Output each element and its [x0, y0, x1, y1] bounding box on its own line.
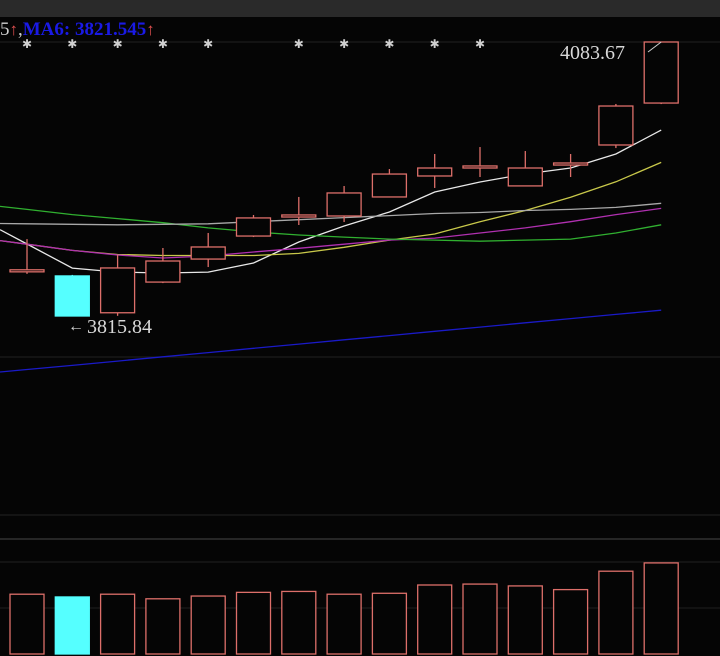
event-markers: ✱ ✱ ✱ ✱ ✱ ✱ ✱ ✱ ✱ ✱: [22, 37, 485, 51]
candle: [598, 103, 634, 149]
candle-body: [326, 192, 362, 217]
candle: [145, 248, 181, 284]
candle: [552, 153, 589, 178]
volume-bar: [281, 590, 317, 655]
volume-bar: [326, 593, 362, 655]
volume-bar: [598, 570, 634, 655]
low-arrow-icon: ←: [68, 318, 84, 335]
price-volume-chart[interactable]: ✱ ✱ ✱ ✱ ✱ ✱ ✱ ✱ ✱ ✱ 4083.67 ← 3815.84: [0, 0, 720, 656]
volume-bar: [552, 588, 589, 655]
volume-bar: [9, 593, 45, 655]
candle: [190, 232, 226, 268]
volume-bar: [462, 583, 498, 655]
candlesticks: [9, 41, 679, 317]
volume-bar: [190, 595, 226, 655]
volume-bars: [9, 562, 679, 655]
event-marker-icon: ✱: [67, 37, 77, 51]
candle: [99, 254, 136, 316]
low-price-label: 3815.84: [87, 316, 152, 338]
volume-bar: [235, 591, 272, 655]
candle-body: [54, 275, 90, 317]
candle: [9, 239, 45, 274]
volume-bar: [371, 592, 408, 655]
candle: [54, 274, 90, 317]
candle-body: [190, 246, 226, 260]
volume-bar: [507, 585, 543, 655]
candle-body: [281, 214, 317, 218]
candle-body: [552, 162, 589, 166]
candle-body: [462, 165, 498, 169]
candle: [235, 214, 272, 238]
event-marker-icon: ✱: [294, 37, 304, 51]
volume-bar: [54, 596, 90, 655]
event-marker-icon: ✱: [475, 37, 485, 51]
volume-bar: [643, 562, 679, 655]
candle-body: [417, 167, 453, 177]
candle: [462, 147, 498, 178]
event-marker-icon: ✱: [339, 37, 349, 51]
candle-body: [99, 267, 136, 314]
event-marker-icon: ✱: [430, 37, 440, 51]
candle: [507, 151, 543, 187]
kline-chart-window: 5↑,MA6: 3821.545↑ ✱ ✱ ✱ ✱ ✱ ✱ ✱ ✱ ✱ ✱ 4083.67 ← 3…: [0, 0, 720, 656]
candle-body: [507, 167, 543, 187]
event-marker-icon: ✱: [384, 37, 394, 51]
event-marker-icon: ✱: [203, 37, 213, 51]
candle: [371, 169, 408, 198]
candle-body: [9, 269, 45, 273]
volume-bar: [99, 593, 136, 655]
event-marker-icon: ✱: [158, 37, 168, 51]
candle: [326, 186, 362, 223]
event-marker-icon: ✱: [113, 37, 123, 51]
candle-body: [598, 105, 634, 146]
event-marker-icon: ✱: [22, 37, 32, 51]
candle: [417, 153, 453, 188]
high-price-label: 4083.67: [560, 42, 625, 64]
volume-bar: [417, 584, 453, 655]
candle-body: [235, 217, 272, 237]
volume-bar: [145, 598, 181, 655]
candle-body: [371, 173, 408, 198]
candle-body: [145, 260, 181, 283]
